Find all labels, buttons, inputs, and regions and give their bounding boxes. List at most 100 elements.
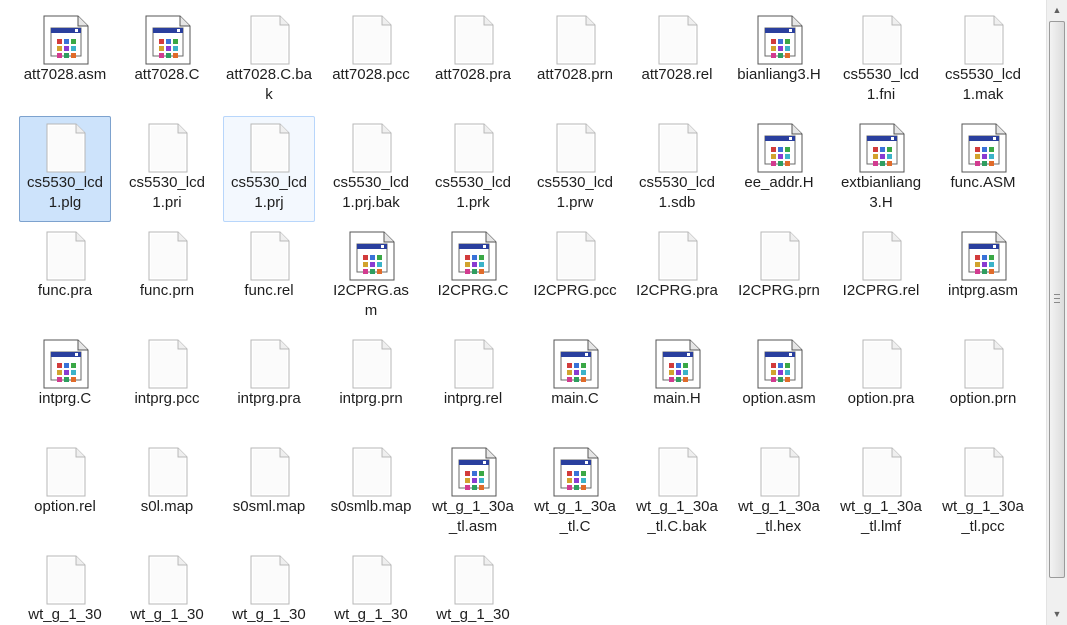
file-name-label: func.rel xyxy=(244,282,294,299)
file-item[interactable]: func.prn xyxy=(121,224,213,330)
file-item[interactable]: s0l.map xyxy=(121,440,213,546)
code-file-icon xyxy=(42,15,90,65)
file-item[interactable]: option.asm xyxy=(733,332,825,438)
code-file-icon xyxy=(42,339,90,389)
file-item[interactable]: intprg.pcc xyxy=(121,332,213,438)
scroll-down-arrow-icon[interactable]: ▼ xyxy=(1047,606,1067,623)
file-item[interactable]: bianliang3.H xyxy=(733,8,825,114)
file-item[interactable]: main.C xyxy=(529,332,621,438)
file-item[interactable]: wt_g_1_30 xyxy=(427,548,519,625)
file-item[interactable]: att7028.prn xyxy=(529,8,621,114)
code-file-icon xyxy=(756,15,804,65)
blank-file-icon xyxy=(348,339,396,389)
file-name-label: intprg.asm xyxy=(947,282,1019,299)
file-item[interactable]: att7028.rel xyxy=(631,8,723,114)
scrollbar-grip-icon xyxy=(1054,294,1060,303)
blank-file-icon xyxy=(552,15,600,65)
file-item[interactable]: func.ASM xyxy=(937,116,1029,222)
file-name-label: wt_g_1_30 xyxy=(28,606,102,623)
blank-file-icon xyxy=(144,123,192,173)
file-item[interactable]: cs5530_lcd1.prw xyxy=(529,116,621,222)
file-item[interactable]: option.prn xyxy=(937,332,1029,438)
scrollbar-thumb[interactable] xyxy=(1049,21,1065,578)
file-item[interactable]: intprg.C xyxy=(19,332,111,438)
file-item[interactable]: cs5530_lcd1.fni xyxy=(835,8,927,114)
file-item[interactable]: intprg.prn xyxy=(325,332,417,438)
file-item[interactable]: cs5530_lcd1.mak xyxy=(937,8,1029,114)
file-item[interactable]: I2CPRG.asm xyxy=(325,224,417,330)
file-name-label: cs5530_lcd1.prw xyxy=(537,174,613,211)
file-item[interactable]: cs5530_lcd1.prj.bak xyxy=(325,116,417,222)
file-item[interactable]: wt_g_1_30a_tl.C xyxy=(529,440,621,546)
file-item[interactable]: wt_g_1_30a_tl.C.bak xyxy=(631,440,723,546)
file-item[interactable]: wt_g_1_30 xyxy=(19,548,111,625)
file-item[interactable]: wt_g_1_30 xyxy=(223,548,315,625)
file-item[interactable]: func.pra xyxy=(19,224,111,330)
file-item[interactable]: wt_g_1_30a_tl.pcc xyxy=(937,440,1029,546)
file-name-label: s0l.map xyxy=(140,498,194,515)
blank-file-icon xyxy=(654,123,702,173)
file-item[interactable]: option.pra xyxy=(835,332,927,438)
file-item[interactable]: s0sml.map xyxy=(223,440,315,546)
file-item[interactable]: cs5530_lcd1.prj xyxy=(223,116,315,222)
file-item[interactable]: cs5530_lcd1.prk xyxy=(427,116,519,222)
blank-file-icon xyxy=(144,339,192,389)
code-file-icon xyxy=(960,231,1008,281)
file-name-label: s0sml.map xyxy=(232,498,306,515)
blank-file-icon xyxy=(654,231,702,281)
file-name-label: main.C xyxy=(551,390,599,407)
file-item[interactable]: att7028.C.bak xyxy=(223,8,315,114)
file-item[interactable]: option.rel xyxy=(19,440,111,546)
blank-file-icon xyxy=(246,123,294,173)
file-item[interactable]: att7028.pcc xyxy=(325,8,417,114)
file-name-label: att7028.prn xyxy=(537,66,613,83)
file-name-label: cs5530_lcd1.fni xyxy=(843,66,919,103)
scroll-up-arrow-icon[interactable]: ▲ xyxy=(1047,2,1067,19)
file-item[interactable]: cs5530_lcd1.sdb xyxy=(631,116,723,222)
file-item[interactable]: s0smlb.map xyxy=(325,440,417,546)
code-file-icon xyxy=(552,447,600,497)
file-item[interactable]: intprg.asm xyxy=(937,224,1029,330)
blank-file-icon xyxy=(144,555,192,605)
file-name-label: cs5530_lcd1.prk xyxy=(435,174,511,211)
blank-file-icon xyxy=(348,15,396,65)
file-item[interactable]: wt_g_1_30a_tl.lmf xyxy=(835,440,927,546)
file-item[interactable]: wt_g_1_30a_tl.hex xyxy=(733,440,825,546)
file-icon-view[interactable]: att7028.asm att7028.C att7028.C.bak att7028… xyxy=(0,0,1046,625)
file-item[interactable]: I2CPRG.C xyxy=(427,224,519,330)
file-item[interactable]: I2CPRG.pra xyxy=(631,224,723,330)
file-item[interactable]: main.H xyxy=(631,332,723,438)
file-item[interactable]: wt_g_1_30a_tl.asm xyxy=(427,440,519,546)
file-item[interactable]: intprg.pra xyxy=(223,332,315,438)
file-item[interactable]: att7028.C xyxy=(121,8,213,114)
file-item[interactable]: cs5530_lcd1.plg xyxy=(19,116,111,222)
blank-file-icon xyxy=(858,231,906,281)
file-item[interactable]: cs5530_lcd1.pri xyxy=(121,116,213,222)
file-name-label: att7028.pcc xyxy=(332,66,410,83)
file-item[interactable]: I2CPRG.rel xyxy=(835,224,927,330)
file-item[interactable]: func.rel xyxy=(223,224,315,330)
file-name-label: main.H xyxy=(653,390,701,407)
file-item[interactable]: I2CPRG.prn xyxy=(733,224,825,330)
file-name-label: I2CPRG.rel xyxy=(842,282,920,299)
file-name-label: I2CPRG.pcc xyxy=(533,282,617,299)
file-item[interactable]: intprg.rel xyxy=(427,332,519,438)
blank-file-icon xyxy=(42,555,90,605)
file-item[interactable]: wt_g_1_30 xyxy=(121,548,213,625)
file-name-label: cs5530_lcd1.sdb xyxy=(639,174,715,211)
file-name-label: cs5530_lcd1.prj xyxy=(231,174,307,211)
file-item[interactable]: extbianliang3.H xyxy=(835,116,927,222)
file-name-label: wt_g_1_30a_tl.pcc xyxy=(942,498,1024,535)
file-item[interactable]: wt_g_1_30 xyxy=(325,548,417,625)
file-name-label: wt_g_1_30 xyxy=(334,606,408,623)
file-name-label: cs5530_lcd1.mak xyxy=(945,66,1021,103)
file-item[interactable]: att7028.asm xyxy=(19,8,111,114)
file-item[interactable]: att7028.pra xyxy=(427,8,519,114)
file-name-label: cs5530_lcd1.pri xyxy=(129,174,205,211)
vertical-scrollbar[interactable]: ▲ ▼ xyxy=(1046,0,1067,625)
file-name-label: att7028.rel xyxy=(641,66,713,83)
file-item[interactable]: ee_addr.H xyxy=(733,116,825,222)
file-name-label: ee_addr.H xyxy=(744,174,814,191)
file-item[interactable]: I2CPRG.pcc xyxy=(529,224,621,330)
file-name-label: cs5530_lcd1.plg xyxy=(27,174,103,211)
